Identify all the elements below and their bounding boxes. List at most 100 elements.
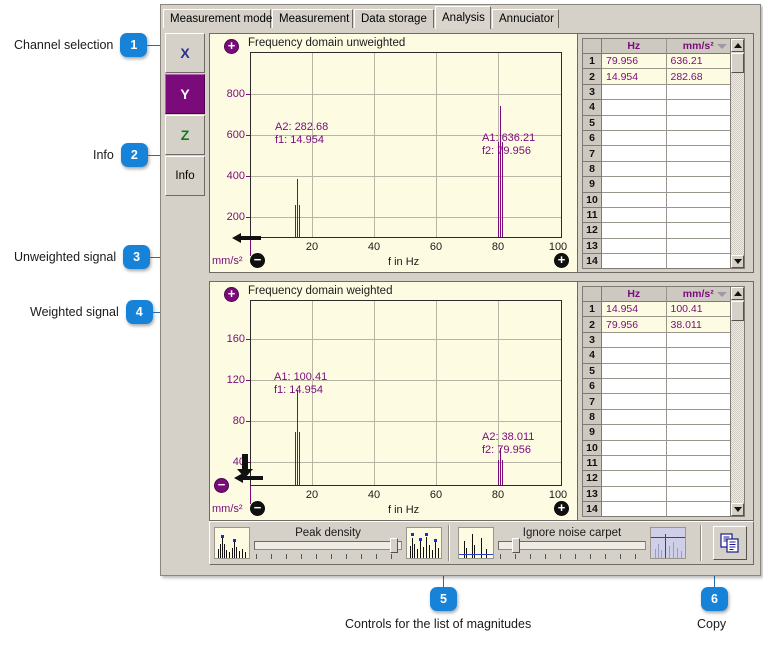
minus-circle-icon-bottom-left[interactable]: − [250,501,265,516]
scroll-up-button[interactable] [731,287,744,300]
scroll-corner-arrow-icon[interactable] [232,454,266,486]
table-row[interactable]: 12 [583,471,731,486]
plus-circle-icon-bottom-right[interactable]: + [554,501,569,516]
copy-button[interactable] [713,526,747,560]
table-row[interactable]: 5 [583,116,731,131]
sort-caret-icon[interactable] [717,292,727,297]
table-row[interactable]: 8 [583,410,731,425]
table-row[interactable]: 2 14.954 282.68 [583,69,731,84]
row-number: 14 [583,502,602,517]
scroll-down-button[interactable] [731,503,744,516]
table-row[interactable]: 4 [583,348,731,363]
table-row[interactable]: 9 [583,425,731,440]
header-amplitude[interactable]: mm/s² [667,287,732,302]
spark [677,548,678,558]
caret-up-icon [734,43,742,48]
cell-amplitude [667,410,732,425]
scrollbar-track[interactable] [731,74,744,254]
header-hz[interactable]: Hz [602,39,667,54]
table-row[interactable]: 1 14.954 100.41 [583,302,731,317]
minus-circle-icon-bottom-left[interactable]: − [250,253,265,268]
slider-thumb[interactable] [390,538,398,553]
table-row[interactable]: 7 [583,146,731,161]
table-row[interactable]: 10 [583,441,731,456]
scrollbar-thumb[interactable] [731,301,744,321]
table-row[interactable]: 6 [583,379,731,394]
caret-down-icon [734,507,742,512]
plus-circle-icon-bottom-right[interactable]: + [554,253,569,268]
scroll-up-button[interactable] [731,39,744,52]
row-number: 11 [583,208,602,223]
callout-channel-selection: Channel selection 1 [14,33,177,57]
spectrum-peak-f2-base [498,460,503,485]
scroll-left-arrow-icon[interactable] [232,232,262,244]
tab-annuciator[interactable]: Annuciator [492,9,559,28]
cell-amplitude: 38.011 [667,317,732,332]
scrollbar-track[interactable] [731,322,744,502]
cell-amplitude [667,223,732,238]
table-row[interactable]: 5 [583,364,731,379]
cell-hz [602,100,667,115]
header-amplitude[interactable]: mm/s² [667,39,732,54]
minus-circle-icon-axis[interactable]: − [214,478,229,493]
table-row[interactable]: 11 [583,208,731,223]
peak-density-slider[interactable]: Peak density [254,527,402,559]
table-scrollbar[interactable] [730,286,745,517]
sort-caret-icon[interactable] [717,44,727,49]
scrollbar-thumb[interactable] [731,53,744,73]
data-grid[interactable]: Hz mm/s² 1 14.954 100.41 2 [582,286,732,517]
plus-circle-icon-top[interactable]: + [224,287,239,302]
tab-measurement-mode[interactable]: Measurement mode [163,9,271,28]
peak-marker [434,539,437,542]
spark [669,546,670,558]
data-grid[interactable]: Hz mm/s² 1 79.956 636.21 2 [582,38,732,269]
noise-low-preview-icon [458,527,494,559]
table-row[interactable]: 6 [583,131,731,146]
table-row[interactable]: 13 [583,487,731,502]
plus-circle-icon-top[interactable]: + [224,39,239,54]
tab-analysis[interactable]: Analysis [435,6,491,29]
spectrum-peak-f1-base [295,432,300,485]
table-row[interactable]: 10 [583,193,731,208]
annotation-frequency: f2: 79.956 [482,146,535,157]
info-button[interactable]: Info [165,156,205,196]
table-row[interactable]: 7 [583,394,731,409]
table-row[interactable]: 9 [583,177,731,192]
table-row[interactable]: 12 [583,223,731,238]
table-row[interactable]: 3 [583,333,731,348]
table-row[interactable]: 13 [583,239,731,254]
table-row[interactable]: 1 79.956 636.21 [583,54,731,69]
table-row[interactable]: 2 79.956 38.011 [583,317,731,332]
x-axis-label: f in Hz [388,504,419,516]
table-row[interactable]: 8 [583,162,731,177]
slider-thumb[interactable] [512,538,520,553]
grid-line [251,94,561,95]
table-scrollbar[interactable] [730,38,745,269]
table-row[interactable]: 14 [583,254,731,269]
spark [426,537,427,558]
slider-track[interactable] [254,541,402,550]
row-number: 2 [583,317,602,332]
row-number: 3 [583,85,602,100]
table-row[interactable]: 4 [583,100,731,115]
client-area: X Y Z Info + Frequency domain unweighted… [163,29,758,573]
plot-title-weighted: Frequency domain weighted [248,285,392,297]
row-number: 4 [583,348,602,363]
ignore-noise-slider[interactable]: Ignore noise carpet [498,527,646,559]
channel-button-x[interactable]: X [165,33,205,73]
row-number: 3 [583,333,602,348]
tab-measurement[interactable]: Measurement [272,9,353,28]
channel-button-y[interactable]: Y [165,74,205,114]
table-row[interactable]: 3 [583,85,731,100]
channel-button-z[interactable]: Z [165,115,205,155]
table-row[interactable]: 14 [583,502,731,517]
slider-track[interactable] [498,541,646,550]
header-hz[interactable]: Hz [602,287,667,302]
cell-amplitude [667,85,732,100]
tab-data-storage[interactable]: Data storage [354,9,434,28]
table-row[interactable]: 11 [583,456,731,471]
copy-icon [720,533,740,553]
scroll-down-button[interactable] [731,255,744,268]
row-number: 12 [583,471,602,486]
cell-hz: 14.954 [602,69,667,84]
